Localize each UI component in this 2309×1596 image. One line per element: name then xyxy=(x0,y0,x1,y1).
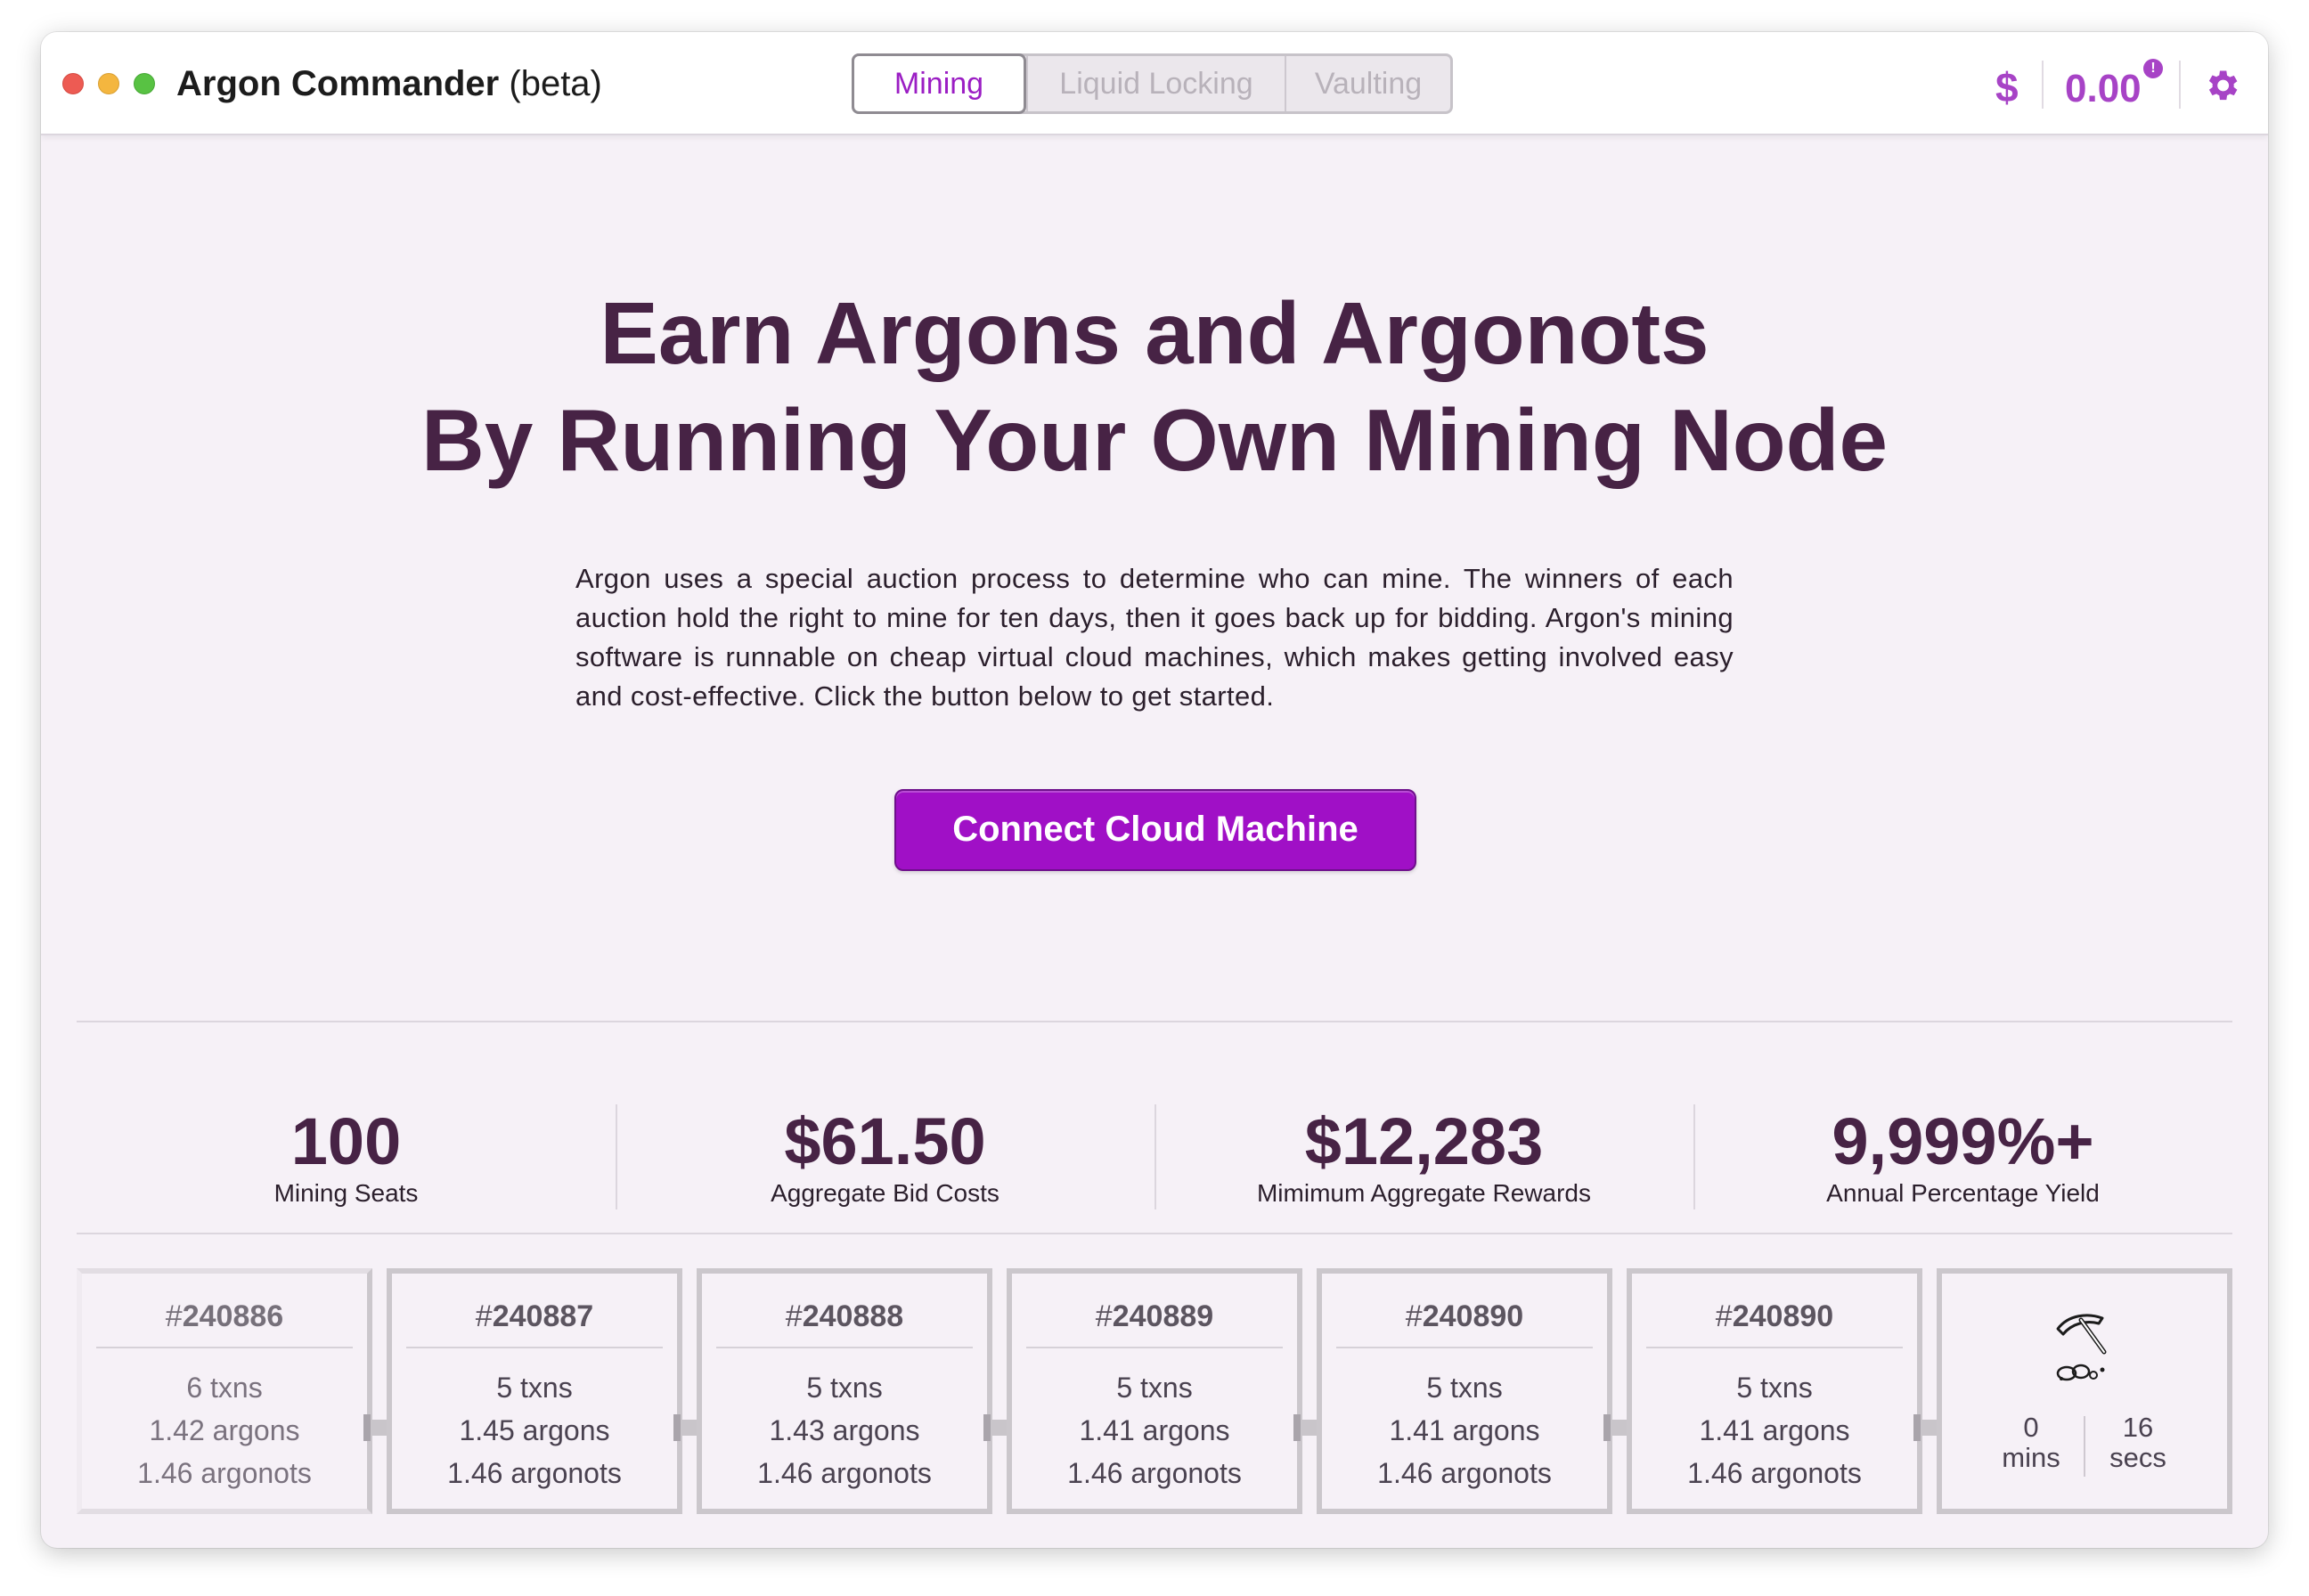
block-argonots: 1.46 argonots xyxy=(1067,1457,1242,1489)
block-number-value: 240889 xyxy=(1112,1299,1214,1333)
block-number: #240887 xyxy=(406,1299,663,1348)
block-number: #240890 xyxy=(1646,1299,1903,1348)
block-card[interactable]: #240890 5 txns 1.41 argons 1.46 argonots xyxy=(1627,1268,1922,1514)
stat-label: Mining Seats xyxy=(273,1179,419,1207)
main-tabs: Mining Liquid Locking Vaulting xyxy=(852,53,1453,114)
block-txns: 5 txns xyxy=(806,1372,883,1404)
block-argons: 1.43 argons xyxy=(769,1414,920,1446)
toolbar-divider xyxy=(2179,61,2181,109)
block-number: #240889 xyxy=(1026,1299,1283,1348)
block-txns: 5 txns xyxy=(1426,1372,1503,1404)
timer-seconds-value: 16 xyxy=(2122,1412,2154,1443)
stat-mining-seats: 100 Mining Seats xyxy=(77,1074,616,1234)
block-card[interactable]: #240890 5 txns 1.41 argons 1.46 argonots xyxy=(1317,1268,1612,1514)
block-number-value: 240890 xyxy=(1732,1299,1834,1333)
stat-label: Annual Percentage Yield xyxy=(1826,1179,2100,1207)
intro-paragraph: Argon uses a special auction process to … xyxy=(575,563,1734,712)
close-window-button[interactable] xyxy=(62,73,84,94)
block-argons: 1.41 argons xyxy=(1699,1414,1850,1446)
gear-icon[interactable] xyxy=(2202,66,2241,105)
timer-seconds-label: secs xyxy=(2109,1442,2166,1473)
block-number: #240890 xyxy=(1336,1299,1593,1348)
stat-label: Aggregate Bid Costs xyxy=(771,1179,999,1207)
block-argons: 1.41 argons xyxy=(1389,1414,1540,1446)
divider xyxy=(77,1021,2232,1022)
timer-minutes-label: mins xyxy=(2002,1442,2060,1473)
timer-seconds: 16 secs xyxy=(2085,1413,2191,1477)
block-number-value: 240887 xyxy=(492,1299,594,1333)
tab-mining[interactable]: Mining xyxy=(852,53,1026,114)
timer-minutes: 0 mins xyxy=(1979,1413,2084,1477)
block-argons: 1.41 argons xyxy=(1079,1414,1230,1446)
block-txns: 6 txns xyxy=(186,1372,263,1404)
block-argonots: 1.46 argonots xyxy=(447,1457,622,1489)
block-card[interactable]: #240889 5 txns 1.41 argons 1.46 argonots xyxy=(1007,1268,1302,1514)
next-block-timer: 0 mins 16 secs xyxy=(1942,1413,2227,1477)
stat-label: Mimimum Aggregate Rewards xyxy=(1256,1179,1592,1207)
stat-annual-percentage-yield: 9,999%+ Annual Percentage Yield xyxy=(1693,1074,2232,1234)
block-txns: 5 txns xyxy=(496,1372,573,1404)
title-line-2: By Running Your Own Mining Node xyxy=(421,391,1888,489)
app-name: Argon Commander xyxy=(176,64,500,103)
block-number-value: 240886 xyxy=(182,1299,284,1333)
recent-blocks: #240886 6 txns 1.42 argons 1.46 argonots… xyxy=(77,1268,2250,1514)
block-number-value: 240890 xyxy=(1422,1299,1524,1333)
title-line-1: Earn Argons and Argonots xyxy=(600,284,1709,382)
tab-vaulting[interactable]: Vaulting xyxy=(1285,56,1450,111)
title-bar: Argon Commander (beta) Mining Liquid Loc… xyxy=(41,32,2268,135)
zoom-window-button[interactable] xyxy=(134,73,155,94)
connect-cloud-machine-button[interactable]: Connect Cloud Machine xyxy=(894,789,1416,871)
block-number-value: 240888 xyxy=(802,1299,904,1333)
toolbar-divider xyxy=(2042,61,2044,109)
currency-button[interactable]: $ xyxy=(1995,62,2019,112)
next-block-card: 0 mins 16 secs xyxy=(1937,1268,2232,1514)
block-argonots: 1.46 argonots xyxy=(1377,1457,1552,1489)
block-argonots: 1.46 argonots xyxy=(1687,1457,1862,1489)
block-txns: 5 txns xyxy=(1116,1372,1193,1404)
block-txns: 5 txns xyxy=(1736,1372,1813,1404)
stat-aggregate-bid-costs: $61.50 Aggregate Bid Costs xyxy=(616,1074,1154,1234)
pickaxe-icon xyxy=(2056,1314,2107,1381)
block-card[interactable]: #240886 6 txns 1.42 argons 1.46 argonots xyxy=(77,1268,372,1514)
tab-liquid-locking[interactable]: Liquid Locking xyxy=(1026,56,1285,111)
block-card[interactable]: #240888 5 txns 1.43 argons 1.46 argonots xyxy=(697,1268,992,1514)
minimize-window-button[interactable] xyxy=(98,73,119,94)
app-window: Argon Commander (beta) Mining Liquid Loc… xyxy=(41,32,2268,1548)
divider xyxy=(77,1233,2232,1234)
block-number: #240888 xyxy=(716,1299,973,1348)
stats-row: 100 Mining Seats $61.50 Aggregate Bid Co… xyxy=(77,1074,2232,1234)
block-number: #240886 xyxy=(96,1299,353,1348)
balance-alert-badge: ! xyxy=(2143,59,2163,78)
page-title: Earn Argons and Argonots By Running Your… xyxy=(41,280,2268,493)
stat-value: 9,999%+ xyxy=(1832,1104,2094,1178)
timer-minutes-value: 0 xyxy=(2023,1412,2039,1443)
app-beta-label: (beta) xyxy=(509,64,602,103)
stat-value: $61.50 xyxy=(784,1104,986,1178)
stat-value: $12,283 xyxy=(1304,1104,1544,1178)
block-argons: 1.45 argons xyxy=(459,1414,610,1446)
block-argonots: 1.46 argonots xyxy=(757,1457,932,1489)
stat-minimum-aggregate-rewards: $12,283 Mimimum Aggregate Rewards xyxy=(1154,1074,1693,1234)
block-card[interactable]: #240887 5 txns 1.45 argons 1.46 argonots xyxy=(387,1268,682,1514)
block-argonots: 1.46 argonots xyxy=(137,1457,312,1489)
stat-value: 100 xyxy=(290,1104,402,1178)
app-title: Argon Commander (beta) xyxy=(176,59,602,109)
block-argons: 1.42 argons xyxy=(149,1414,300,1446)
wallet-balance[interactable]: 0.00 xyxy=(2065,64,2142,114)
